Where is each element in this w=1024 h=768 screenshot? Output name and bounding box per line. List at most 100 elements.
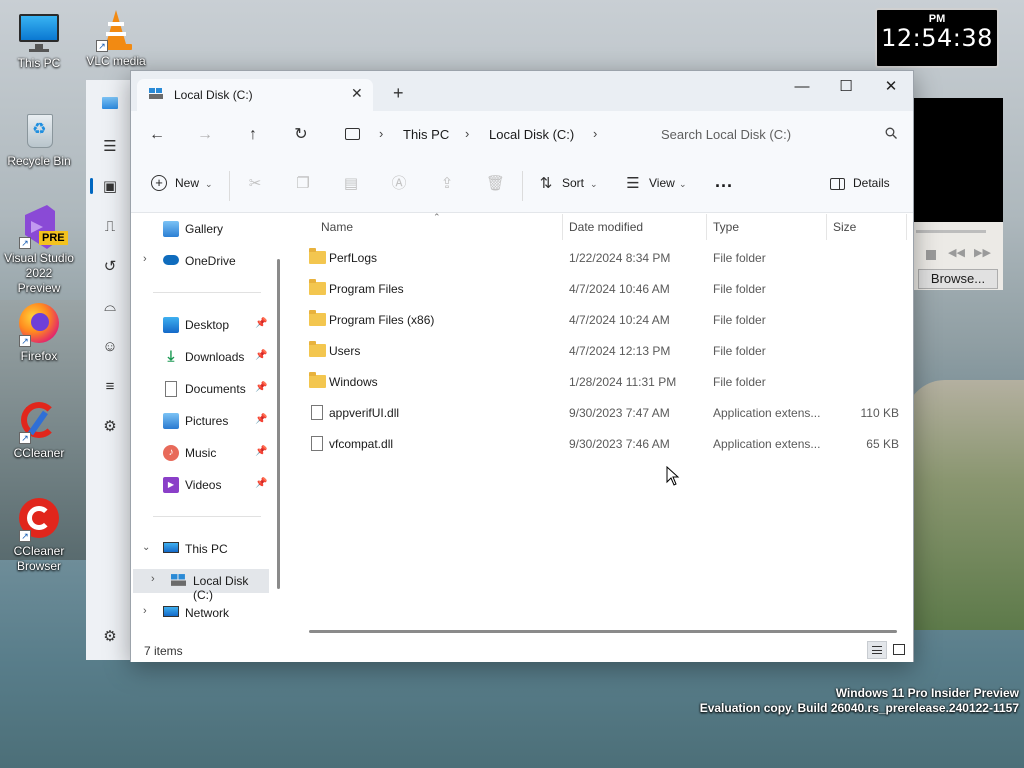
details-button[interactable]: Details: [853, 176, 890, 190]
chevron-right-icon[interactable]: ›: [593, 126, 597, 141]
list-icon[interactable]: ≡: [101, 378, 119, 396]
gauge-icon[interactable]: ⌓: [101, 298, 119, 316]
desktop-icon-firefox[interactable]: ↗ Firefox: [3, 303, 75, 364]
nav-item-onedrive[interactable]: › OneDrive: [131, 249, 279, 273]
column-divider[interactable]: [706, 214, 707, 240]
chevron-right-icon[interactable]: ›: [379, 126, 383, 141]
folder-icon: [309, 372, 326, 388]
chevron-right-icon[interactable]: ›: [465, 126, 469, 141]
back-arrow-icon[interactable]: ←: [147, 125, 167, 145]
breadcrumb-this-pc[interactable]: This PC: [403, 127, 449, 142]
delete-icon[interactable]: 🗑: [486, 175, 505, 193]
tab-local-disk[interactable]: Local Disk (C:) ✕: [137, 79, 373, 111]
pin-icon[interactable]: 📌: [255, 446, 267, 457]
pin-icon[interactable]: 📌: [255, 350, 267, 361]
file-row[interactable]: Windows 1/28/2024 11:31 PM File folder: [299, 368, 909, 396]
nav-pane-scrollbar[interactable]: [277, 259, 280, 589]
up-arrow-icon[interactable]: ↑: [243, 125, 263, 145]
item-count: 7 items: [144, 644, 183, 658]
address-bar[interactable]: › This PC › Local Disk (C:) ›: [333, 118, 637, 152]
file-row[interactable]: vfcompat.dll 9/30/2023 7:46 AM Applicati…: [299, 430, 909, 458]
cut-icon[interactable]: ✂: [246, 175, 264, 193]
history-icon[interactable]: ↺: [101, 258, 119, 276]
photo-icon[interactable]: [101, 94, 119, 112]
new-tab-button[interactable]: +: [393, 83, 404, 104]
menu-icon[interactable]: ☰: [101, 138, 119, 156]
column-header-name[interactable]: Name: [321, 220, 353, 234]
file-row[interactable]: Users 4/7/2024 12:13 PM File folder: [299, 337, 909, 365]
column-header-type[interactable]: Type: [713, 220, 739, 234]
copy-icon[interactable]: ❐: [294, 175, 312, 193]
toolbar-divider: [229, 171, 230, 201]
activity-icon[interactable]: ⎍: [101, 218, 119, 236]
close-tab-icon[interactable]: ✕: [351, 85, 363, 102]
file-size: 65 KB: [866, 437, 899, 451]
desktop-icon-recycle-bin[interactable]: ♻ Recycle Bin: [3, 108, 75, 169]
file-row[interactable]: appverifUI.dll 9/30/2023 7:47 AM Applica…: [299, 399, 909, 427]
clock-widget: PM 12:54:38: [875, 8, 999, 68]
nav-item-downloads[interactable]: ⤓ Downloads 📌: [131, 345, 279, 369]
chevron-right-icon[interactable]: ›: [143, 605, 147, 617]
nav-item-videos[interactable]: ▶ Videos 📌: [131, 473, 279, 497]
file-row[interactable]: Program Files 4/7/2024 10:46 AM File fol…: [299, 275, 909, 303]
file-row[interactable]: Program Files (x86) 4/7/2024 10:24 AM Fi…: [299, 306, 909, 334]
previous-icon[interactable]: ◀◀: [948, 246, 965, 259]
users-icon[interactable]: ☺: [101, 338, 119, 356]
chevron-down-icon[interactable]: ⌄: [142, 542, 150, 553]
desktop-icon-visual-studio[interactable]: PRE ↗ Visual Studio 2022 Preview: [3, 205, 75, 296]
more-options-button[interactable]: ...: [715, 171, 733, 192]
desktop-icon-ccleaner[interactable]: ↗ CCleaner: [3, 400, 75, 461]
vlc-seek-bar[interactable]: [916, 230, 986, 233]
forward-arrow-icon[interactable]: →: [195, 125, 215, 145]
column-header-size[interactable]: Size: [833, 220, 856, 234]
sort-button[interactable]: Sort: [562, 176, 584, 190]
file-row[interactable]: PerfLogs 1/22/2024 8:34 PM File folder: [299, 244, 909, 272]
pin-icon[interactable]: 📌: [255, 414, 267, 425]
desktop-icon-this-pc[interactable]: This PC: [3, 10, 75, 71]
nav-item-network[interactable]: › Network: [131, 601, 279, 625]
chevron-right-icon[interactable]: ›: [143, 253, 147, 265]
rename-icon[interactable]: Ⓐ: [390, 175, 408, 193]
desktop-icon-ccleaner-browser[interactable]: ↗ CCleaner Browser: [3, 498, 75, 574]
paste-icon[interactable]: ▤: [342, 175, 360, 193]
column-divider[interactable]: [906, 214, 907, 240]
pin-icon[interactable]: 📌: [255, 478, 267, 489]
layout-icon[interactable]: ▣: [101, 178, 119, 196]
desktop-icon-vlc[interactable]: ↗ VLC media: [80, 8, 152, 69]
title-bar[interactable]: Local Disk (C:) ✕ + — ☐ ✕: [131, 71, 913, 111]
minimize-button[interactable]: —: [779, 75, 825, 103]
settings-icon[interactable]: ⚙: [101, 628, 119, 646]
browse-button[interactable]: Browse...: [918, 269, 998, 289]
refresh-icon[interactable]: ↻: [291, 125, 311, 145]
nav-item-this-pc[interactable]: ⌄ This PC: [131, 537, 279, 561]
nav-item-music[interactable]: ♪ Music 📌: [131, 441, 279, 465]
close-window-button[interactable]: ✕: [868, 75, 914, 103]
pictures-icon: [163, 413, 179, 429]
maximize-button[interactable]: ☐: [823, 75, 869, 103]
breadcrumb-local-disk[interactable]: Local Disk (C:): [489, 127, 574, 142]
pin-icon[interactable]: 📌: [255, 318, 267, 329]
next-icon[interactable]: ▶▶: [974, 246, 991, 259]
new-button[interactable]: New: [175, 176, 199, 190]
column-divider[interactable]: [826, 214, 827, 240]
chevron-right-icon[interactable]: ›: [151, 573, 155, 585]
nav-item-pictures[interactable]: Pictures 📌: [131, 409, 279, 433]
column-divider[interactable]: [562, 214, 563, 240]
nav-item-label: Videos: [185, 478, 222, 492]
search-icon[interactable]: [885, 127, 897, 139]
pin-icon[interactable]: 📌: [255, 382, 267, 393]
view-button[interactable]: View: [649, 176, 675, 190]
network-icon: [163, 606, 179, 617]
nav-item-documents[interactable]: Documents 📌: [131, 377, 279, 401]
search-box[interactable]: Search Local Disk (C:): [647, 118, 909, 152]
stop-icon[interactable]: [926, 250, 936, 260]
share-icon[interactable]: ⇪: [438, 175, 456, 193]
details-view-button[interactable]: [867, 641, 887, 659]
nav-item-local-disk[interactable]: › Local Disk (C:): [133, 569, 269, 602]
column-header-date[interactable]: Date modified: [569, 220, 643, 234]
nav-item-gallery[interactable]: Gallery: [131, 217, 279, 241]
horizontal-scrollbar[interactable]: [309, 630, 897, 633]
services-icon[interactable]: ⚙: [101, 418, 119, 436]
nav-item-desktop[interactable]: Desktop 📌: [131, 313, 279, 337]
tiles-view-button[interactable]: [889, 641, 909, 659]
